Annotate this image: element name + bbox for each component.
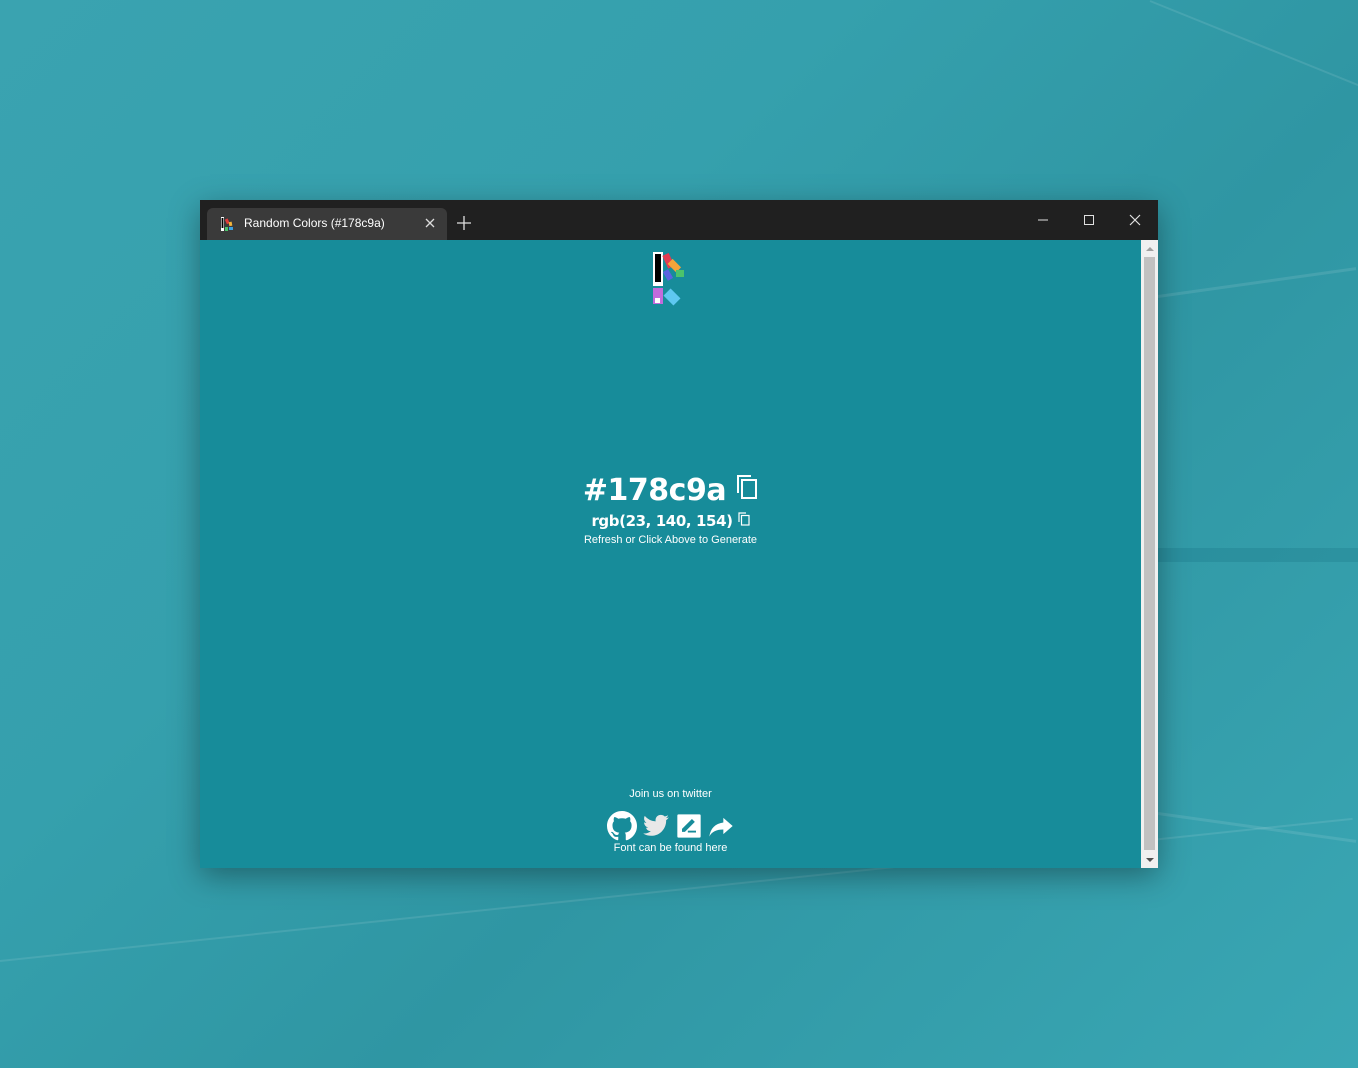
font-link[interactable]: Font can be found here xyxy=(200,842,1141,854)
palette-logo-icon[interactable] xyxy=(652,250,692,308)
tab-title: Random Colors (#178c9a) xyxy=(244,216,385,230)
plus-icon[interactable] xyxy=(454,213,474,233)
title-bar: Random Colors (#178c9a) xyxy=(200,200,1158,240)
hex-value[interactable]: #178c9a xyxy=(583,473,727,508)
browser-window: Random Colors (#178c9a) #178c9a rgb(23, … xyxy=(200,200,1158,868)
copy-icon[interactable] xyxy=(736,474,758,500)
generate-hint: Refresh or Click Above to Generate xyxy=(583,534,758,546)
color-display: #178c9a rgb(23, 140, 154) Refresh or Cli… xyxy=(200,470,1141,546)
close-icon[interactable] xyxy=(1112,200,1158,240)
hex-row: #178c9a xyxy=(200,470,1141,510)
maximize-icon[interactable] xyxy=(1066,200,1112,240)
scroll-down-icon[interactable] xyxy=(1141,851,1158,868)
scroll-up-icon[interactable] xyxy=(1141,240,1158,257)
copy-icon[interactable] xyxy=(737,512,750,526)
palette-logo-icon xyxy=(221,217,233,231)
close-icon[interactable] xyxy=(423,216,437,230)
desktop-light-ray xyxy=(1158,548,1358,562)
desktop-background: Random Colors (#178c9a) #178c9a rgb(23, … xyxy=(0,0,1358,1068)
desktop-light-ray xyxy=(1157,267,1357,298)
scroll-thumb[interactable] xyxy=(1144,257,1155,850)
footer: Join us on twitter Font can be found her… xyxy=(200,788,1141,854)
twitter-link[interactable]: Join us on twitter xyxy=(200,788,1141,800)
minimize-icon[interactable] xyxy=(1020,200,1066,240)
rgb-row: rgb(23, 140, 154) xyxy=(200,510,1141,532)
edit-icon[interactable] xyxy=(675,812,703,840)
github-icon[interactable] xyxy=(606,811,637,841)
social-links xyxy=(200,810,1141,842)
page-content[interactable]: #178c9a rgb(23, 140, 154) Refresh or Cli… xyxy=(200,240,1141,868)
tab-active[interactable]: Random Colors (#178c9a) xyxy=(207,208,447,240)
rgb-value[interactable]: rgb(23, 140, 154) xyxy=(591,512,733,530)
share-icon[interactable] xyxy=(707,812,735,840)
twitter-icon[interactable] xyxy=(641,812,671,840)
desktop-light-ray xyxy=(1149,0,1358,100)
vertical-scrollbar[interactable] xyxy=(1141,240,1158,868)
